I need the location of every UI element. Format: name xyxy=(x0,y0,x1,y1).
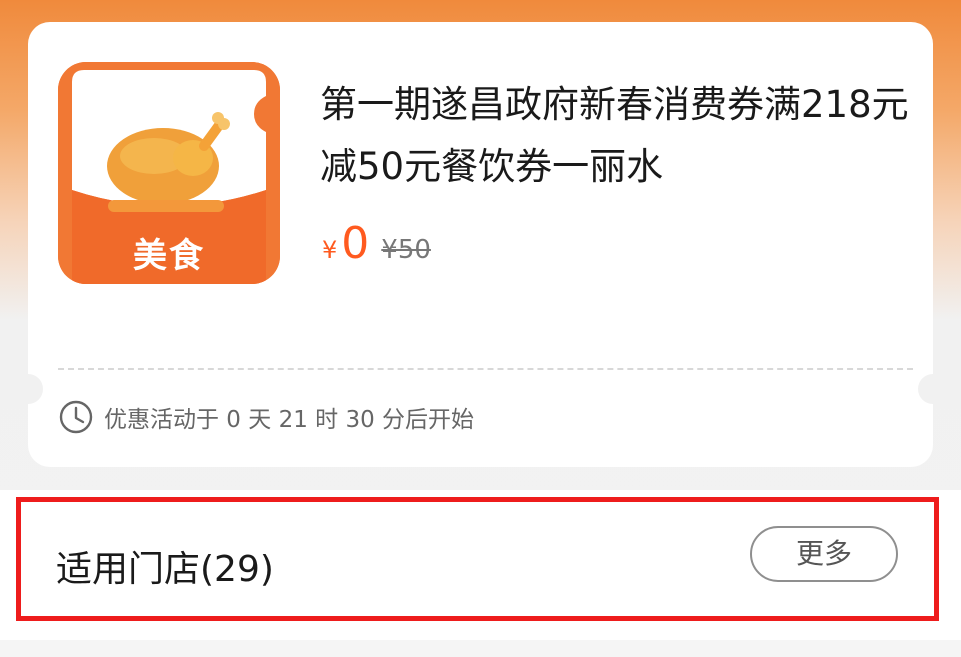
bottom-strip xyxy=(0,640,961,657)
highlight-box xyxy=(16,497,939,621)
countdown-text: 优惠活动于 0 天 21 时 30 分后开始 xyxy=(104,407,475,433)
currency-symbol: ¥ xyxy=(322,236,338,264)
price-row: ¥ 0 ¥50 xyxy=(322,218,431,269)
coupon-card: 美食 第一期遂昌政府新春消费券满218元减50元餐饮券一丽水 ¥ 0 ¥50 优… xyxy=(13,22,948,467)
clock-icon xyxy=(59,400,93,434)
food-icon-label: 美食 xyxy=(133,236,205,276)
current-price: 0 xyxy=(341,218,370,269)
card-notch-left xyxy=(13,374,43,404)
dashed-divider xyxy=(58,368,913,370)
countdown-row: 优惠活动于 0 天 21 时 30 分后开始 xyxy=(58,397,474,437)
coupon-title: 第一期遂昌政府新春消费券满218元减50元餐饮券一丽水 xyxy=(320,83,909,188)
card-notch-right xyxy=(918,374,948,404)
original-price: ¥50 xyxy=(381,235,431,265)
food-category-icon: 美食 xyxy=(58,62,280,284)
